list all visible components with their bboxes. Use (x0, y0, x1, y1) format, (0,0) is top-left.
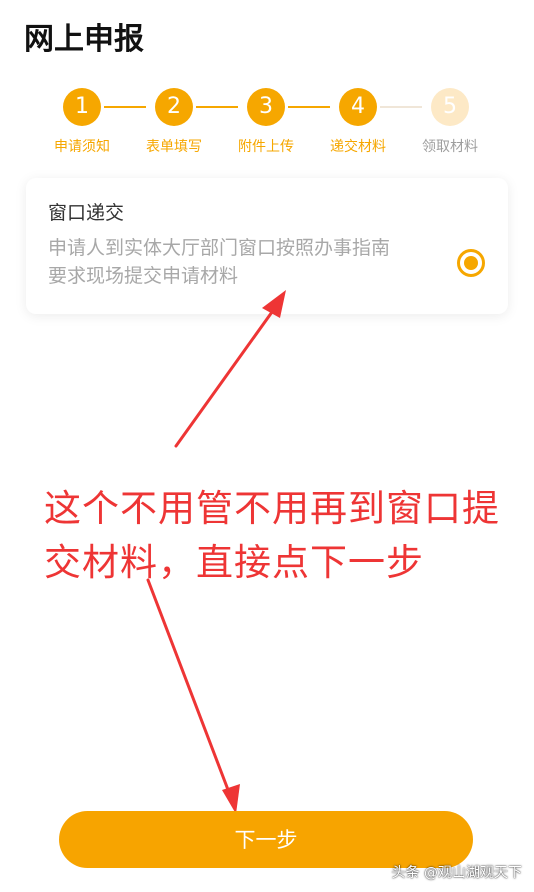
annotation-arrows (146, 290, 286, 814)
watermark: 头条 @观山湖观天下 (391, 865, 522, 881)
arrow-up-to-card (174, 290, 286, 448)
annotation-text: 这个不用管不用再到窗口提交材料，直接点下一步 (44, 487, 500, 584)
next-step-button[interactable]: 下一步 (59, 811, 473, 868)
arrow-down-to-button (146, 578, 240, 814)
